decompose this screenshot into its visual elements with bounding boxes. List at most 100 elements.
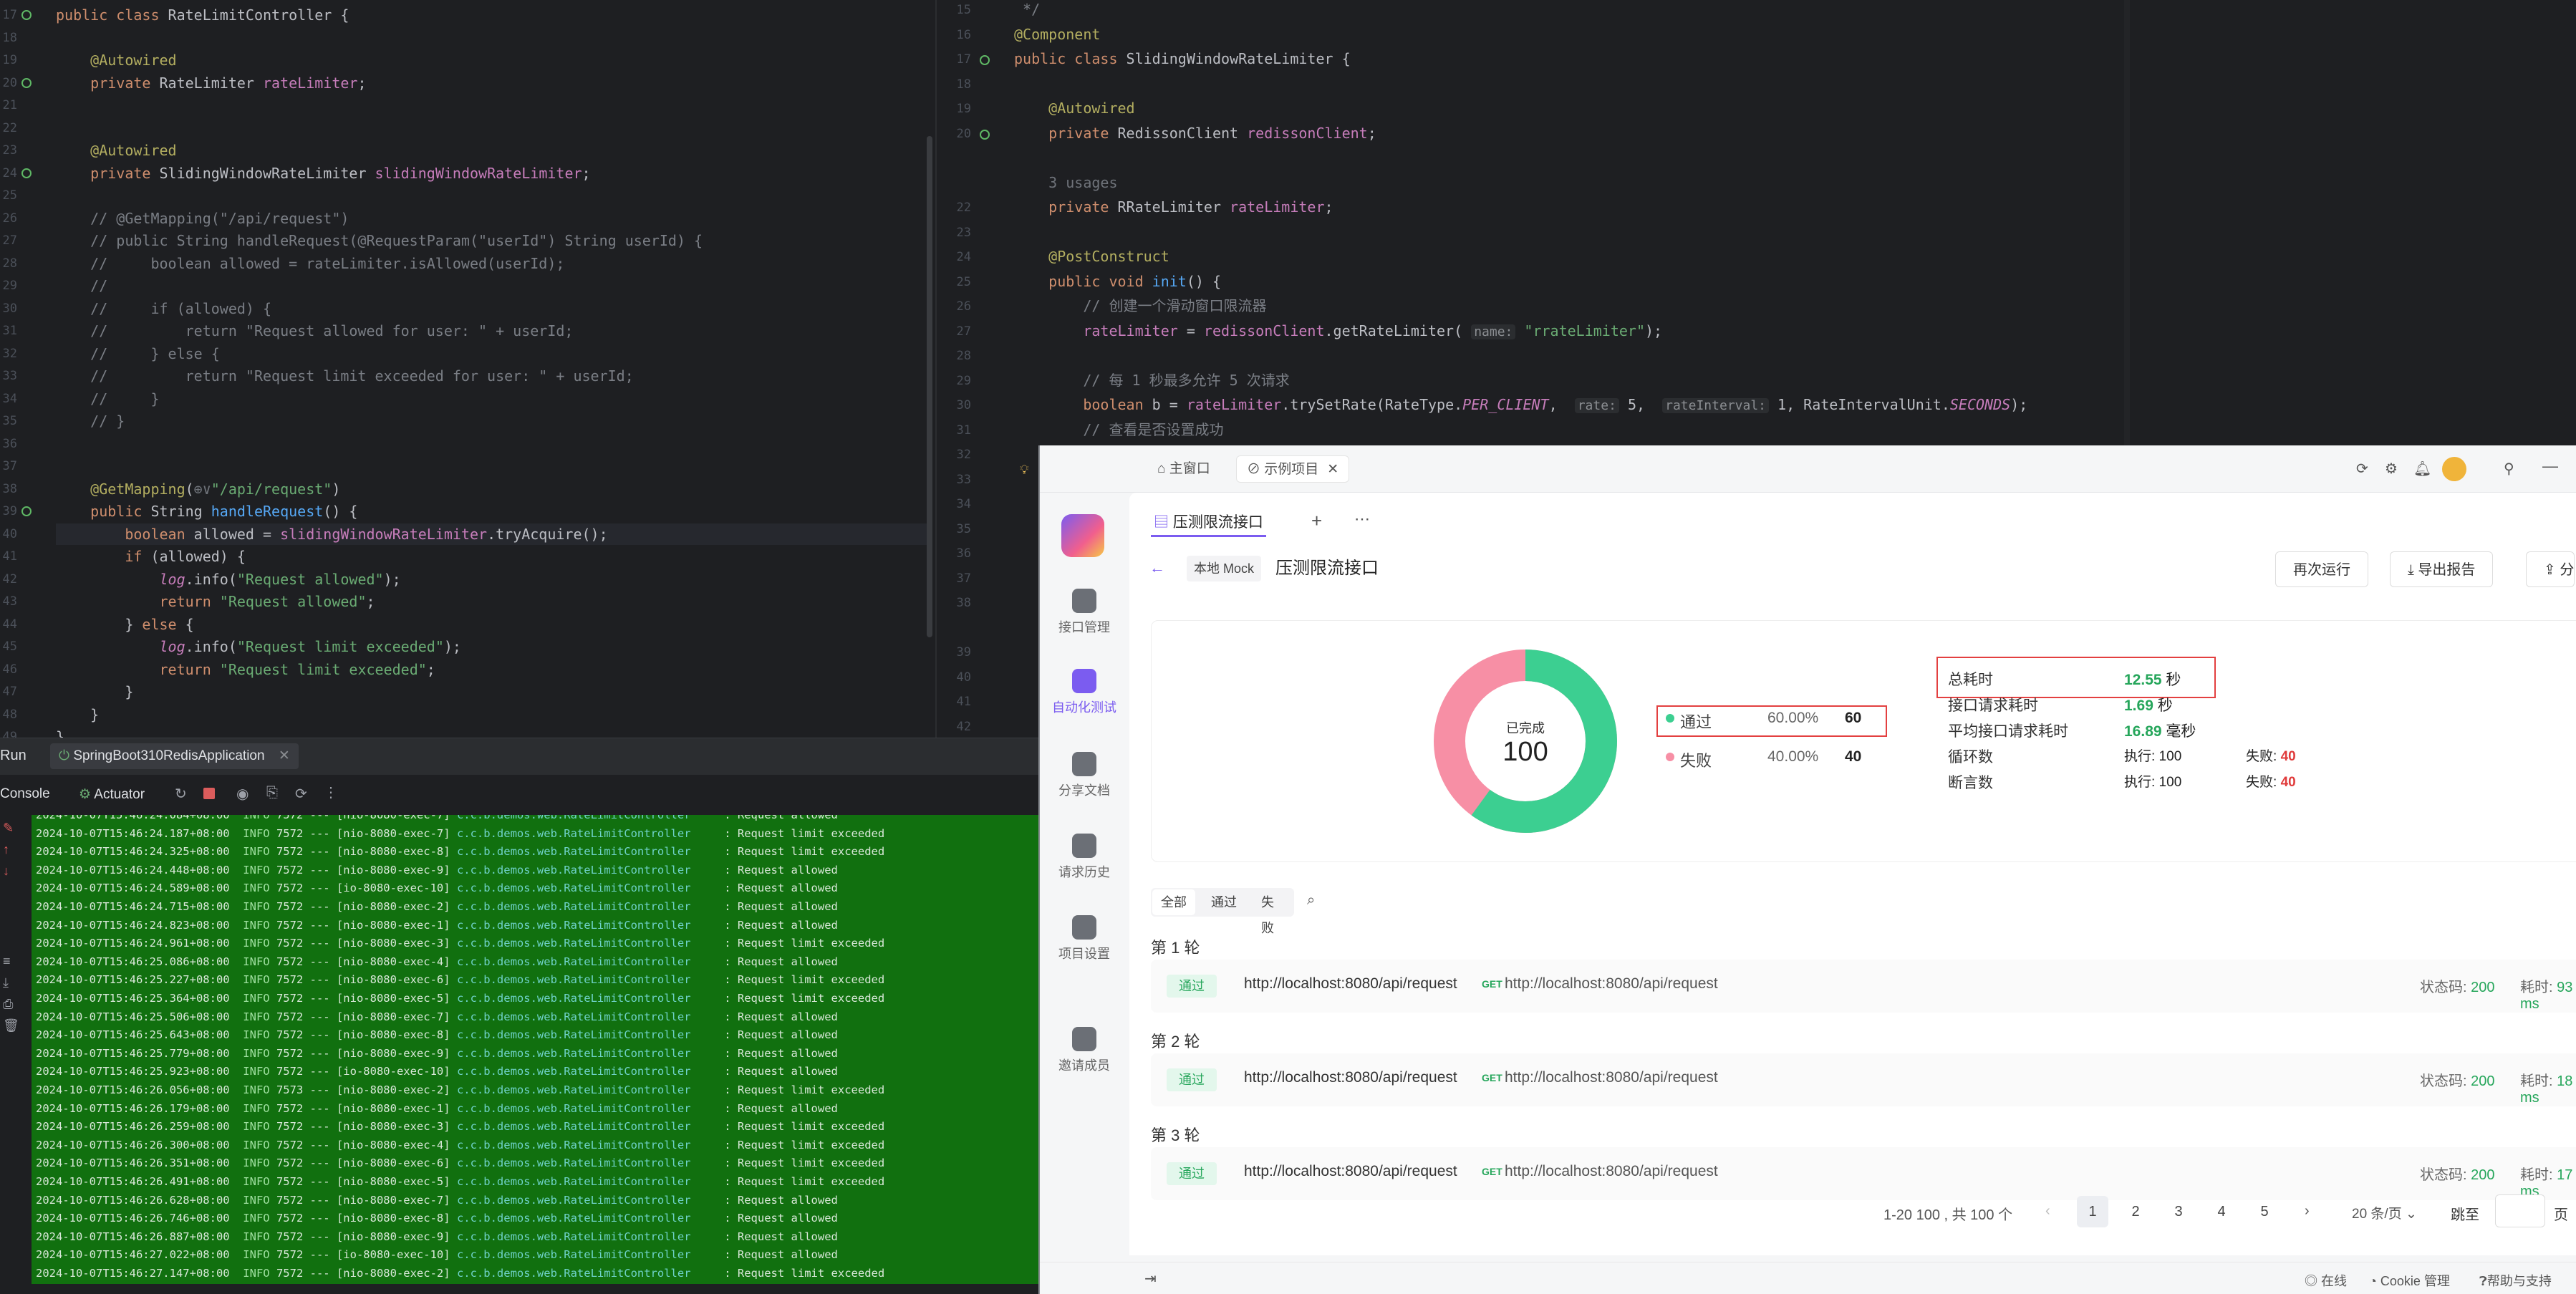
stop-icon[interactable]	[203, 788, 215, 799]
console-output[interactable]: 2024-10-07T15:46:24.084+08:00 INFO 7572 …	[32, 815, 1038, 1284]
close-tab-icon[interactable]: ✕	[279, 748, 290, 763]
code-line[interactable]: if (allowed) {	[56, 546, 246, 567]
code-line[interactable]: // @GetMapping("/api/request")	[56, 208, 349, 229]
bell-icon[interactable]: 🔔︎	[2413, 460, 2431, 478]
jump-page-input[interactable]	[2495, 1194, 2545, 1227]
trash-icon[interactable]: 🗑	[3, 1018, 19, 1033]
bean-gutter-icon[interactable]	[980, 55, 990, 65]
code-line[interactable]: private RateLimiter rateLimiter;	[56, 72, 366, 94]
more-tabs-icon[interactable]: ⋯	[1354, 510, 1370, 528]
sidebar-item[interactable]: 分享文档	[1048, 752, 1120, 799]
round-result-row[interactable]: 通过 http://localhost:8080/api/request GET ht…	[1151, 960, 2576, 1013]
code-line[interactable]: } else {	[56, 614, 193, 635]
code-line[interactable]: // boolean allowed = rateLimiter.isAllow…	[56, 253, 564, 274]
code-line[interactable]: public class RateLimitController {	[56, 4, 349, 26]
prev-page-icon[interactable]: ‹	[2045, 1203, 2050, 1220]
run-label[interactable]: Run	[0, 748, 26, 764]
page-size-select[interactable]: 20 条/页 ⌄	[2352, 1203, 2417, 1222]
cookie-manager[interactable]: ◔ Cookie 管理	[2369, 1271, 2450, 1290]
code-line[interactable]: @Autowired	[1014, 97, 1134, 119]
page-button[interactable]: 3	[2163, 1196, 2194, 1227]
restore-icon[interactable]: ⎘	[266, 785, 278, 801]
arrow-up-icon[interactable]: ↑	[3, 842, 9, 857]
rerun-icon[interactable]: ↻	[175, 785, 187, 803]
filter-all[interactable]: 全部	[1152, 889, 1195, 915]
code-line[interactable]: }	[56, 704, 99, 725]
code-line[interactable]: // 查看是否设置成功	[1014, 419, 1223, 440]
code-line[interactable]: }	[56, 726, 64, 738]
add-tab-icon[interactable]: +	[1311, 510, 1322, 532]
code-line[interactable]: */	[1014, 0, 1040, 20]
sidebar-item[interactable]: 自动化测试	[1048, 669, 1120, 716]
code-line[interactable]: // public String handleRequest(@RequestP…	[56, 230, 703, 251]
round-result-row[interactable]: 通过 http://localhost:8080/api/request GET ht…	[1151, 1147, 2576, 1200]
online-status[interactable]: ◎ 在线	[2305, 1271, 2347, 1290]
help-support[interactable]: ❓︎帮助与支持	[2479, 1271, 2552, 1290]
export-report-button[interactable]: ⤓ 导出报告	[2390, 551, 2494, 587]
wrap-icon[interactable]: ≡	[3, 954, 11, 969]
code-line[interactable]: }	[56, 681, 133, 702]
code-line[interactable]: private SlidingWindowRateLimiter sliding…	[56, 163, 590, 184]
code-line[interactable]: log.info("Request allowed");	[56, 569, 401, 590]
console-tab[interactable]: Console	[0, 786, 50, 802]
avatar[interactable]	[2442, 457, 2466, 481]
code-line[interactable]: boolean allowed = slidingWindowRateLimit…	[56, 523, 930, 545]
code-line[interactable]: private RRateLimiter rateLimiter;	[1014, 196, 1333, 218]
page-button[interactable]: 2	[2120, 1196, 2151, 1227]
sidebar-item[interactable]: 接口管理	[1048, 589, 1120, 636]
code-line[interactable]: // if (allowed) {	[56, 298, 271, 319]
code-line[interactable]: log.info("Request limit exceeded");	[56, 636, 461, 657]
pin-icon[interactable]: ⚲	[2504, 460, 2514, 478]
code-line[interactable]: // }	[56, 388, 159, 410]
filter-pass[interactable]: 通过	[1202, 889, 1245, 915]
env-badge[interactable]: 本地 Mock	[1187, 556, 1262, 581]
tab-main-window[interactable]: ⌂ 主窗口	[1147, 455, 1220, 483]
tab-example-project[interactable]: ⊘ 示例项目 ✕	[1236, 455, 1350, 483]
round-result-row[interactable]: 通过 http://localhost:8080/api/request GET ht…	[1151, 1053, 2576, 1106]
bean-gutter-icon[interactable]	[21, 506, 32, 516]
bean-gutter-icon[interactable]	[980, 129, 990, 140]
code-line[interactable]: public class SlidingWindowRateLimiter {	[1014, 48, 1351, 69]
tab-stress-test[interactable]: ▤ 压测限流接口	[1151, 508, 1266, 537]
code-line[interactable]: private RedissonClient redissonClient;	[1014, 122, 1376, 144]
code-line[interactable]: // 每 1 秒最多允许 5 次请求	[1014, 370, 1289, 391]
page-button[interactable]: 5	[2249, 1196, 2280, 1227]
collapse-sidebar-icon[interactable]: ⇥	[1144, 1270, 1157, 1288]
editor-scrollbar[interactable]	[927, 136, 932, 637]
search-icon[interactable]: ⌕	[1307, 892, 1315, 909]
run-config-tab[interactable]: ⏻ SpringBoot310RedisApplication ✕	[50, 743, 299, 769]
sidebar-item[interactable]: 项目设置	[1048, 915, 1120, 962]
code-line[interactable]: public void init() {	[1014, 271, 1221, 292]
actuator-tab[interactable]: ⚙ Actuator	[79, 786, 145, 803]
project-logo-icon[interactable]	[1061, 514, 1104, 557]
page-button[interactable]: 1	[2077, 1196, 2108, 1227]
more-icon[interactable]: ⋮	[324, 783, 338, 801]
print-icon[interactable]: ⎙	[3, 997, 13, 1012]
code-line[interactable]: boolean b = rateLimiter.trySetRate(RateT…	[1014, 394, 2027, 415]
close-icon[interactable]: ✕	[1327, 462, 1338, 477]
rerun-button[interactable]: 再次运行	[2275, 551, 2368, 587]
code-line[interactable]: return "Request allowed";	[56, 591, 375, 612]
editor-split-divider[interactable]	[935, 0, 937, 738]
code-line[interactable]: @PostConstruct	[1014, 246, 1169, 267]
code-line[interactable]: @Component	[1014, 24, 1100, 45]
gear-icon[interactable]: ⚙	[2385, 460, 2398, 478]
code-line[interactable]: public String handleRequest() {	[56, 501, 357, 522]
code-line[interactable]: //	[56, 275, 107, 296]
scroll-end-icon[interactable]: ⤓	[3, 975, 9, 990]
link-icon[interactable]: ⟳	[295, 785, 307, 803]
sidebar-item[interactable]: 请求历史	[1048, 834, 1120, 881]
bean-gutter-icon[interactable]	[21, 10, 32, 20]
next-page-icon[interactable]: ›	[2305, 1203, 2310, 1220]
lightbulb-icon[interactable]: 💡︎	[1020, 463, 1029, 478]
back-arrow-icon[interactable]: ←	[1149, 559, 1165, 577]
code-line[interactable]: 3 usages	[1014, 172, 1117, 193]
editor-rate-limit-controller[interactable]: 17 public class RateLimitController {18 19…	[0, 0, 935, 738]
code-line[interactable]: @Autowired	[56, 140, 176, 161]
edit-icon[interactable]: ✎	[3, 821, 14, 836]
filter-fail[interactable]: 失败	[1253, 889, 1294, 935]
refresh-icon[interactable]: ⟳	[2356, 460, 2368, 478]
page-button[interactable]: 4	[2206, 1196, 2237, 1227]
code-line[interactable]: // } else {	[56, 343, 220, 364]
bean-gutter-icon[interactable]	[21, 168, 32, 178]
